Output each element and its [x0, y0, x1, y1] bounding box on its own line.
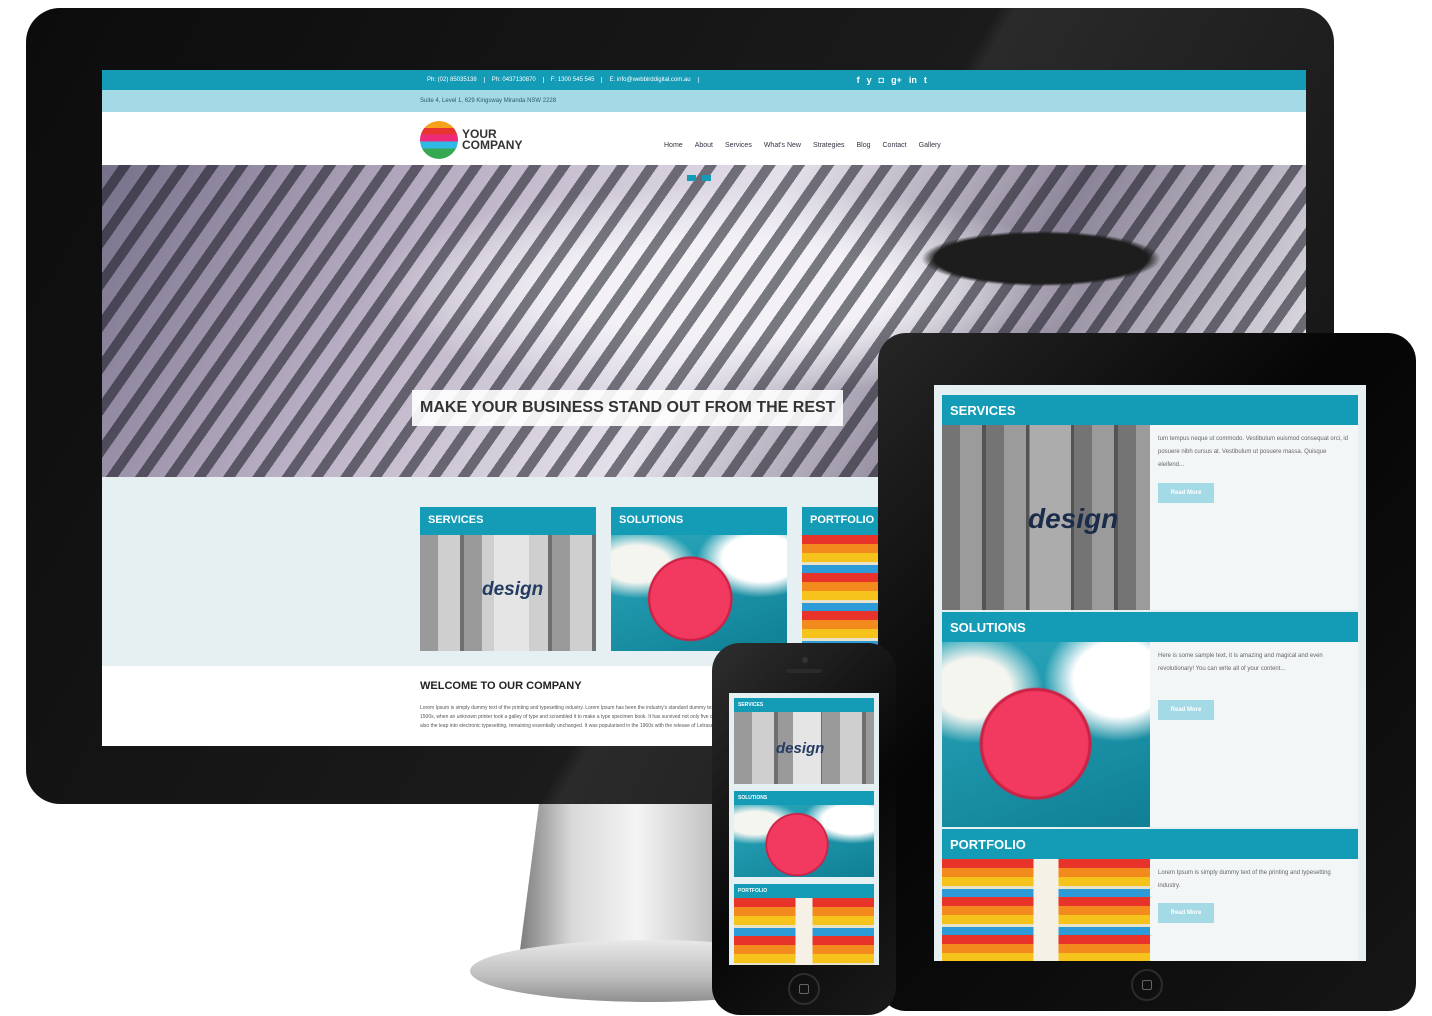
design-blocks-image: design [942, 425, 1150, 610]
image-word: design [1028, 503, 1119, 534]
slider-dot[interactable] [702, 175, 711, 181]
address-bar: Suite 4, Level 1, 629 Kingsway Miranda N… [102, 90, 1306, 112]
main-nav: Home About Services What's New Strategie… [664, 142, 941, 149]
phone-website: SERVICES design SOLUTIONS PORTFOLIO [729, 693, 879, 965]
welcome-body: Lorem Ipsum is simply dummy text of the … [420, 705, 748, 729]
hero-caption: MAKE YOUR BUSINESS STAND OUT FROM THE RE… [412, 390, 844, 426]
facebook-icon[interactable]: f [857, 75, 860, 85]
colored-pencils-image [734, 898, 874, 965]
phone-camera [802, 657, 808, 663]
read-more-button[interactable]: Read More [1158, 903, 1214, 923]
social-links: f y ◘ g+ in t [857, 75, 927, 85]
image-word: design [776, 740, 825, 757]
block-body: design tum tempus neque ut commodo. Vest… [942, 425, 1358, 610]
block-text: tum tempus neque ut commodo. Vestibulum … [1158, 436, 1349, 468]
block-body: Lorem Ipsum is simply dummy text of the … [942, 859, 1358, 961]
solutions-panel[interactable]: SOLUTIONS [611, 507, 787, 651]
nav-gallery[interactable]: Gallery [919, 142, 941, 149]
mobile-link[interactable]: Ph: 0437130870 [485, 77, 544, 83]
phone-speaker [786, 669, 822, 673]
instagram-icon[interactable]: ◘ [879, 75, 884, 85]
nav-home[interactable]: Home [664, 142, 683, 149]
image-word: design [482, 579, 544, 600]
block-title: PORTFOLIO [734, 884, 874, 898]
block-text: Lorem Ipsum is simply dummy text of the … [1158, 870, 1331, 889]
services-panel[interactable]: SERVICES design [420, 507, 596, 651]
slider-pagination [687, 175, 711, 181]
block-title: SERVICES [942, 395, 1358, 425]
block-body: Here is some sample text, it is amazing … [942, 642, 1358, 827]
block-text: Here is some sample text, it is amazing … [1158, 653, 1323, 672]
read-more-button[interactable]: Read More [1158, 700, 1214, 720]
nav-whats-new[interactable]: What's New [764, 142, 801, 149]
address-text: Suite 4, Level 1, 629 Kingsway Miranda N… [420, 98, 557, 104]
panel-title: SOLUTIONS [611, 507, 787, 535]
slider-dot[interactable] [687, 175, 696, 181]
block-title: SOLUTIONS [734, 791, 874, 805]
tablet-portfolio-block: PORTFOLIO Lorem Ipsum is simply dummy te… [942, 829, 1358, 961]
nav-about[interactable]: About [695, 142, 713, 149]
red-umbrella-image [734, 805, 874, 877]
company-logo[interactable]: YOUR COMPANY [420, 121, 523, 159]
red-umbrella-image [942, 642, 1150, 827]
nav-contact[interactable]: Contact [883, 142, 907, 149]
logo-text: YOUR COMPANY [462, 127, 523, 152]
site-header: YOUR COMPANY Home About Services What's … [102, 112, 1306, 165]
tablet-services-block: SERVICES design tum tempus neque ut comm… [942, 395, 1358, 610]
contact-topbar: Ph: (02) 85035138 Ph: 0437130870 F: 1300… [102, 70, 1306, 90]
design-blocks-image: design [734, 712, 874, 784]
email-link[interactable]: E: info@webbirddigital.com.au [602, 77, 699, 83]
tablet-solutions-block: SOLUTIONS Here is some sample text, it i… [942, 612, 1358, 827]
design-blocks-image: design [420, 535, 596, 651]
phone-home-button[interactable] [788, 973, 820, 1005]
phone-solutions-block[interactable]: SOLUTIONS [734, 791, 874, 877]
welcome-heading: WELCOME TO OUR COMPANY [420, 680, 582, 692]
nav-strategies[interactable]: Strategies [813, 142, 845, 149]
panel-title: SERVICES [420, 507, 596, 535]
google-plus-icon[interactable]: g+ [891, 75, 902, 85]
tablet-frame: SERVICES design tum tempus neque ut comm… [878, 333, 1416, 1011]
logo-globe-icon [420, 121, 458, 159]
tablet-website: SERVICES design tum tempus neque ut comm… [934, 385, 1366, 961]
phone-services-block[interactable]: SERVICES design [734, 698, 874, 784]
tablet-home-button[interactable] [1131, 969, 1163, 1001]
phone-link[interactable]: Ph: (02) 85035138 [420, 77, 485, 83]
red-umbrella-image [611, 535, 787, 651]
fax-text: F: 1300 545 545 [544, 77, 603, 83]
colored-pencils-image [942, 859, 1150, 961]
read-more-button[interactable]: Read More [1158, 483, 1214, 503]
phone-portfolio-block[interactable]: PORTFOLIO [734, 884, 874, 965]
nav-services[interactable]: Services [725, 142, 752, 149]
phone-frame: SERVICES design SOLUTIONS PORTFOLIO [712, 643, 896, 1015]
linkedin-icon[interactable]: in [909, 75, 917, 85]
nav-blog[interactable]: Blog [856, 142, 870, 149]
responsive-mockup: Ph: (02) 85035138 Ph: 0437130870 F: 1300… [0, 0, 1432, 1016]
tumblr-icon[interactable]: t [924, 75, 927, 85]
block-title: PORTFOLIO [942, 829, 1358, 859]
block-title: SERVICES [734, 698, 874, 712]
twitter-icon[interactable]: y [867, 75, 872, 85]
block-title: SOLUTIONS [942, 612, 1358, 642]
